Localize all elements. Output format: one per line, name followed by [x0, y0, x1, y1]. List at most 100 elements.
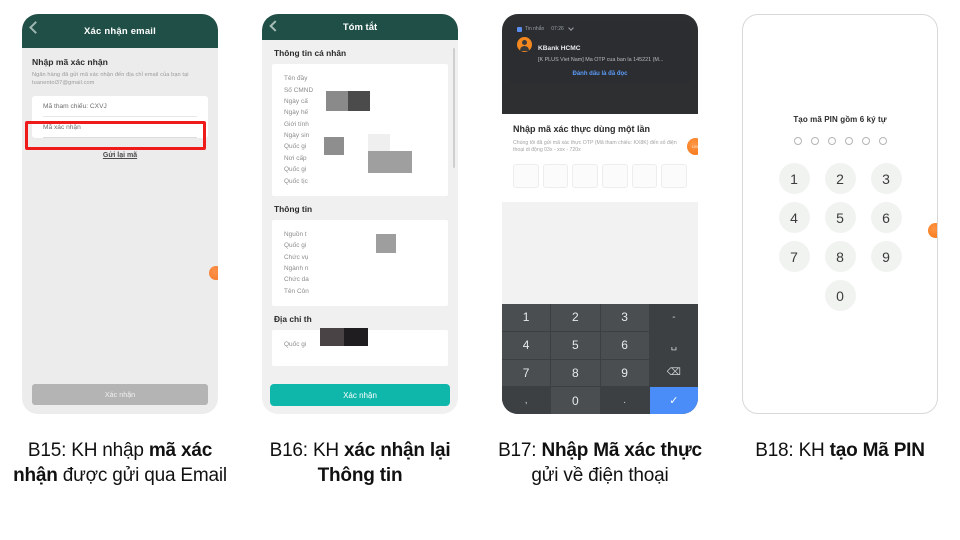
caption-prefix: B16: KH [269, 440, 345, 461]
redaction-block [348, 91, 370, 111]
caption-suffix: gửi về điện thoại [531, 465, 669, 486]
phone-screen-summary: Tóm tắt Thông tin cá nhân Tên đầy Số CMN… [262, 14, 458, 414]
pin-dot [878, 137, 887, 145]
otp-cell[interactable] [631, 163, 658, 188]
info-row: Ngành n [284, 265, 309, 273]
chevron-down-icon[interactable] [567, 25, 574, 31]
key-4[interactable]: 4 [778, 202, 810, 233]
phone-screen-create-pin: Tạo mã PIN gồm 6 ký tự 1 2 3 4 5 6 7 8 9 [742, 14, 938, 414]
redaction-block [368, 151, 412, 173]
contact-avatar-icon [517, 37, 532, 52]
info-row: Chức vụ [284, 253, 309, 261]
key-0[interactable]: 0 [824, 280, 856, 311]
key-blank-left [779, 280, 810, 311]
notification-time: 07:26 [551, 26, 564, 32]
pin-keypad[interactable]: 1 2 3 4 5 6 7 8 9 0 [743, 163, 937, 311]
notification-app-label: Tin nhắn [525, 26, 545, 32]
confirm-button[interactable]: Xác nhận [270, 384, 450, 406]
key-3[interactable]: 3 [600, 304, 649, 331]
key-minus[interactable]: - [649, 304, 698, 331]
info-card-work: Nguồn t Quốc gi Chức vụ Ngành n Chức da … [272, 219, 448, 306]
info-card-personal: Tên đầy Số CMND Ngày cấ Ngày hế Giới tín… [272, 64, 448, 196]
key-8[interactable]: 8 [551, 359, 600, 387]
otp-panel: Nhập mã xác thực dùng một lần Chúng tôi … [502, 114, 698, 202]
scrollbar[interactable] [453, 48, 455, 168]
form-card: Mã tham chiếu: CXVJ Mã xác nhận [32, 96, 208, 138]
key-7[interactable]: 7 [778, 241, 810, 272]
key-5[interactable]: 5 [824, 202, 856, 233]
key-7[interactable]: 7 [502, 359, 551, 387]
otp-input-group[interactable] [513, 163, 688, 188]
pin-dot [861, 137, 870, 145]
caption-prefix: B18: KH [755, 440, 830, 461]
floating-support-badge[interactable] [209, 266, 218, 280]
step-column-b16: Tóm tắt Thông tin cá nhân Tên đầy Số CMN… [240, 0, 480, 540]
otp-cell[interactable] [602, 163, 628, 188]
key-0[interactable]: 0 [551, 387, 600, 414]
key-6[interactable]: 6 [600, 331, 649, 359]
caption-bold: Nhập Mã xác thực [541, 440, 702, 461]
redaction-block [324, 137, 344, 155]
info-row: Tên Côn [284, 287, 309, 295]
key-comma[interactable]: , [502, 387, 551, 414]
notification-sender: KBank HCMC [538, 45, 581, 52]
step-column-b17: Tin nhắn 07:26 KBank HCMC [K PLUS Viet N… [480, 0, 720, 540]
numeric-keyboard[interactable]: 1 2 3 - 4 5 6 ␣ 7 8 9 ⌫ , 0 . ✓ [502, 304, 698, 414]
step-caption-b16: B16: KH xác nhận lại Thông tin [246, 438, 474, 488]
caption-prefix: B15: KH nhập [27, 440, 149, 461]
key-5[interactable]: 5 [551, 331, 600, 359]
caption-suffix: được gửi qua Email [57, 465, 227, 486]
phone-screen-otp: Tin nhắn 07:26 KBank HCMC [K PLUS Viet N… [502, 14, 698, 414]
notification-preview: [K PLUS Viet Nam] Ma OTP cua ban la 1452… [538, 57, 664, 63]
otp-cell[interactable] [513, 163, 539, 188]
confirmation-code-input[interactable]: Mã xác nhận [43, 117, 197, 138]
key-2[interactable]: 2 [824, 163, 856, 194]
slide-canvas: Xác nhận email Nhập mã xác nhận Ngân hàn… [0, 0, 960, 540]
backspace-icon[interactable]: ⌫ [649, 359, 698, 387]
step-caption-b18: B18: KH tạo Mã PIN [726, 438, 954, 463]
message-icon [517, 26, 522, 32]
key-period[interactable]: . [600, 387, 649, 414]
app-header: Xác nhận email [22, 14, 218, 48]
key-1[interactable]: 1 [778, 163, 810, 194]
step-caption-b17: B17: Nhập Mã xác thực gửi về điện thoại [486, 438, 714, 488]
floating-support-badge[interactable] [928, 223, 937, 238]
key-8[interactable]: 8 [824, 241, 856, 272]
notification-text: KBank HCMC [K PLUS Viet Nam] Ma OTP cua … [538, 37, 663, 64]
info-card-address: Quốc gi [272, 328, 448, 367]
resend-code-link[interactable]: Gửi lại mã [32, 152, 208, 159]
pin-dot [844, 137, 853, 145]
redaction-block [326, 91, 348, 111]
info-row: Quốc gi [284, 166, 307, 174]
key-3[interactable]: 3 [870, 163, 902, 194]
key-2[interactable]: 2 [551, 304, 600, 331]
checkmark-icon[interactable]: ✓ [649, 387, 698, 414]
sms-notification-card[interactable]: Tin nhắn 07:26 KBank HCMC [K PLUS Viet N… [509, 20, 691, 84]
notification-body: KBank HCMC [K PLUS Viet Nam] Ma OTP cua … [517, 37, 683, 64]
key-4[interactable]: 4 [502, 331, 551, 359]
otp-cell[interactable] [661, 163, 688, 188]
mark-as-read-button[interactable]: Đánh dấu là đã đọc [517, 71, 683, 77]
key-9[interactable]: 9 [870, 241, 902, 272]
redaction-block [376, 233, 396, 253]
confirm-button[interactable]: Xác nhận [32, 384, 208, 405]
otp-cell[interactable] [542, 163, 569, 188]
info-row: Quốc gi [284, 143, 307, 151]
app-header: Tóm tắt [262, 14, 458, 40]
key-6[interactable]: 6 [870, 202, 902, 233]
info-row: Giới tính [284, 120, 309, 128]
redaction-block [320, 328, 344, 346]
screen-body: Nhập mã xác nhận Ngân hàng đã gửi mã xác… [22, 48, 218, 159]
otp-countdown-badge[interactable]: 120s [687, 138, 698, 155]
key-space[interactable]: ␣ [649, 331, 698, 359]
pin-dot [793, 137, 802, 145]
reference-code-field: Mã tham chiếu: CXVJ [43, 96, 197, 117]
info-row: Tên đầy [284, 75, 308, 83]
key-9[interactable]: 9 [600, 359, 649, 387]
info-row: Chức da [284, 276, 309, 284]
key-1[interactable]: 1 [502, 304, 551, 331]
section-heading-personal: Thông tin cá nhân [274, 48, 347, 58]
otp-cell[interactable] [572, 163, 599, 188]
section-heading-address: Địa chỉ th [274, 314, 312, 324]
phone-screen-email-confirm: Xác nhận email Nhập mã xác nhận Ngân hàn… [22, 14, 218, 414]
